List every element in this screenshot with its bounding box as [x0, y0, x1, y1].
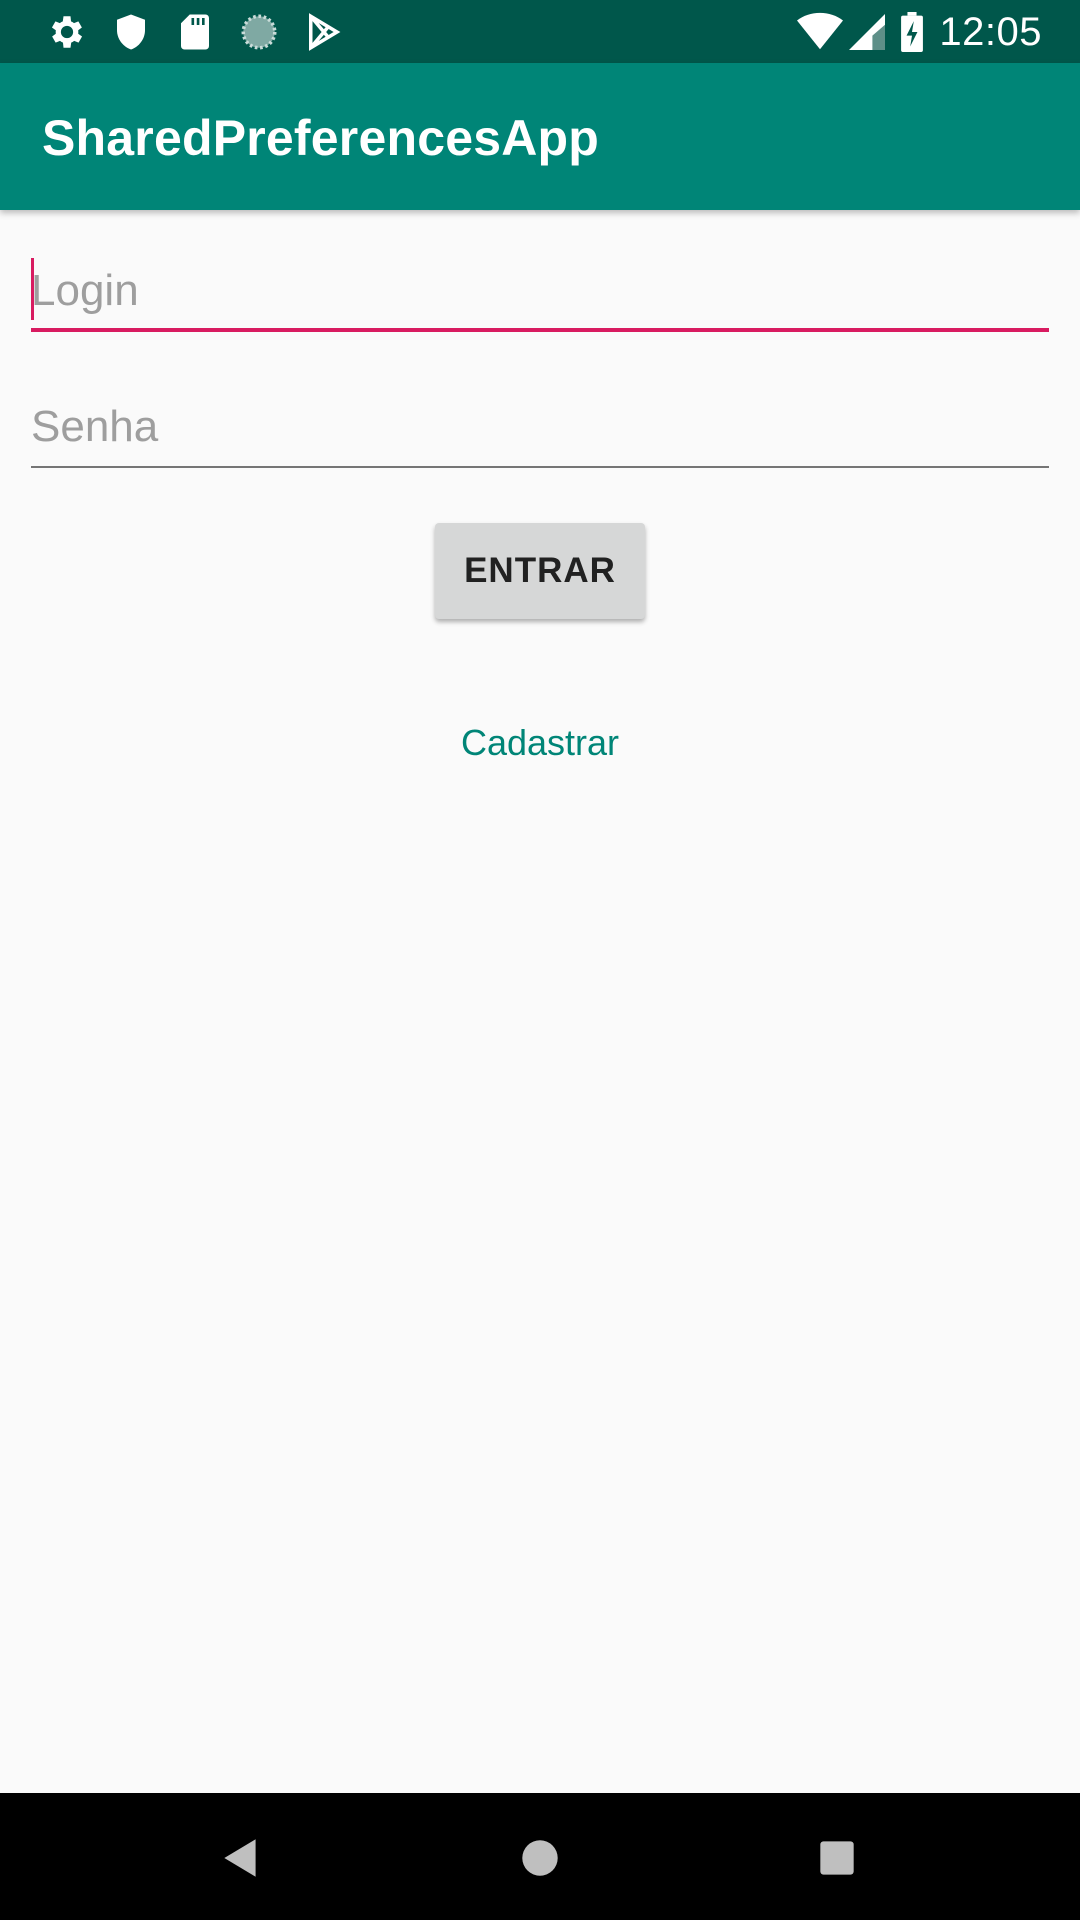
- navigation-bar: [0, 1793, 1080, 1920]
- notification-icons: [46, 10, 366, 54]
- wifi-icon: [797, 12, 844, 52]
- status-bar: 12:05: [0, 0, 1080, 63]
- senha-input[interactable]: [31, 392, 1049, 462]
- cell-signal-icon: [849, 12, 886, 52]
- play-store-icon: [302, 11, 344, 53]
- app-title: SharedPreferencesApp: [42, 110, 600, 166]
- shield-icon: [110, 11, 152, 53]
- sync-spinner-icon: [238, 11, 280, 53]
- system-icons: 12:05: [797, 8, 1042, 56]
- entrar-button[interactable]: ENTRAR: [435, 523, 645, 619]
- text-cursor: [31, 258, 34, 320]
- app-bar: SharedPreferencesApp: [0, 63, 1080, 210]
- senha-field-container[interactable]: [31, 392, 1049, 468]
- cadastrar-link[interactable]: Cadastrar: [0, 722, 1080, 764]
- login-underline: [31, 328, 1049, 332]
- home-icon[interactable]: [515, 1833, 565, 1883]
- login-field-container[interactable]: [31, 256, 1049, 332]
- senha-underline: [31, 466, 1049, 468]
- status-clock: 12:05: [939, 9, 1042, 54]
- login-input[interactable]: [31, 256, 1049, 326]
- recents-icon[interactable]: [812, 1833, 862, 1883]
- battery-charging-icon: [901, 12, 924, 52]
- gear-icon: [46, 11, 88, 53]
- back-icon[interactable]: [216, 1833, 266, 1883]
- sd-card-icon: [174, 11, 216, 53]
